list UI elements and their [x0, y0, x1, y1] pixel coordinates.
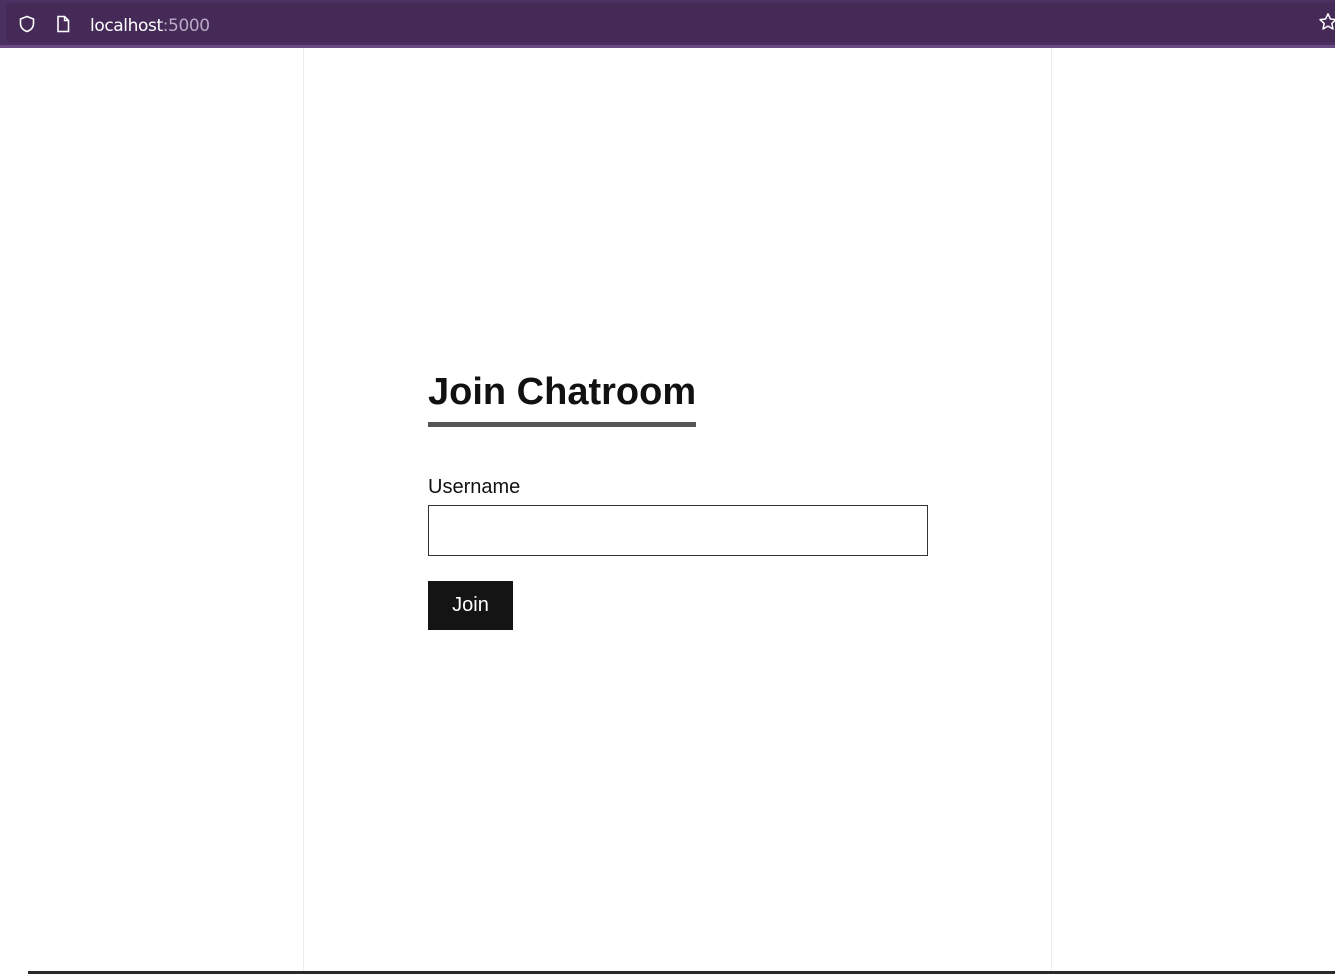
- page-title: Join Chatroom: [428, 370, 697, 427]
- username-label: Username: [428, 476, 521, 498]
- star-icon[interactable]: [1318, 12, 1335, 32]
- username-input[interactable]: [428, 505, 928, 556]
- join-button[interactable]: Join: [428, 581, 513, 630]
- url-port: :5000: [162, 16, 210, 36]
- address-bar[interactable]: localhost:5000: [6, 3, 1335, 42]
- shield-icon[interactable]: [18, 15, 36, 33]
- url-text[interactable]: localhost:5000: [90, 16, 210, 36]
- page-content: Join Chatroom Username Join: [0, 48, 1335, 971]
- url-host: localhost: [90, 16, 163, 36]
- browser-toolbar: localhost:5000: [0, 0, 1335, 48]
- page-icon: [57, 15, 70, 33]
